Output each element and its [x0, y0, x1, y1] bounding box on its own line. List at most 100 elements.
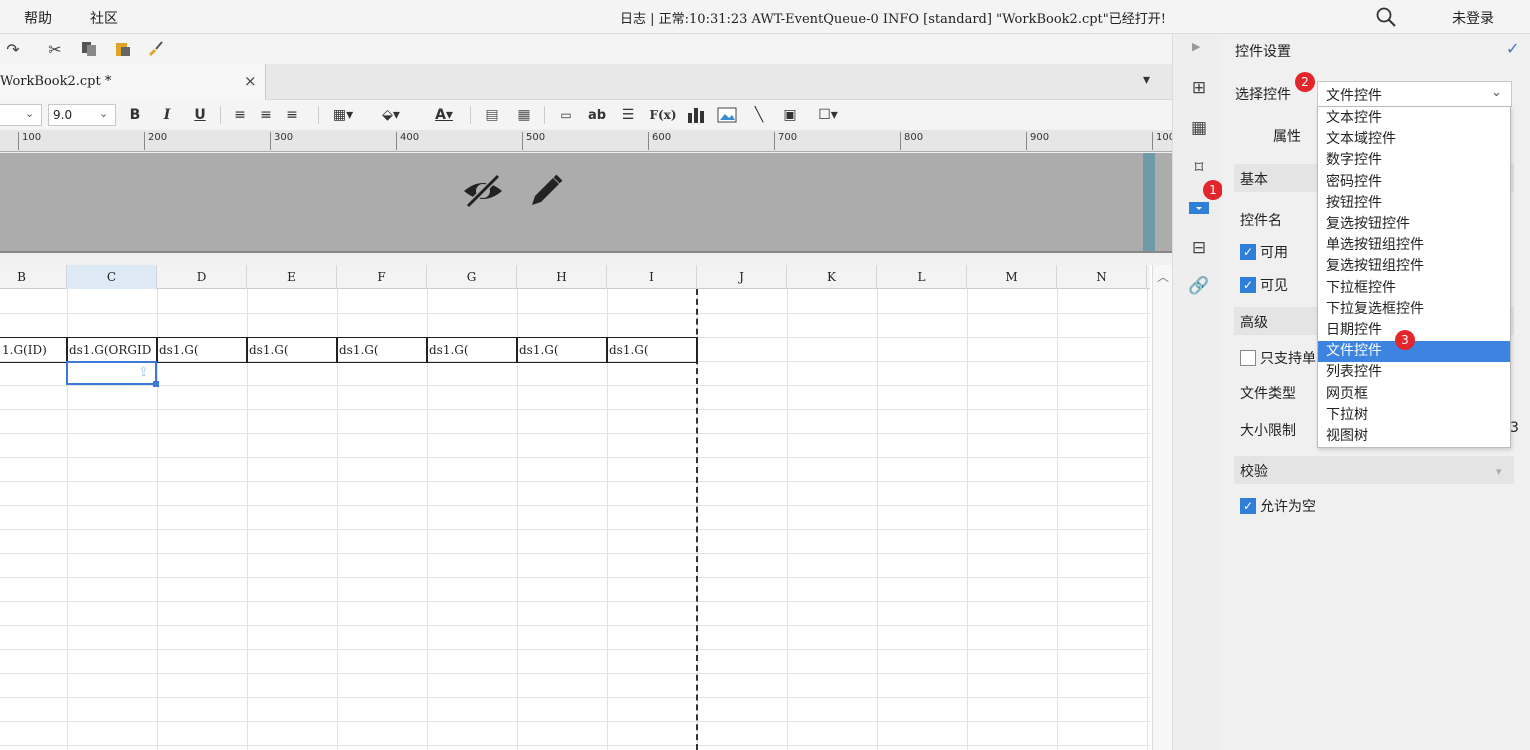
dropdown-option[interactable]: 单选按钮组控件: [1318, 235, 1510, 256]
chevron-down-icon[interactable]: ⌄: [1491, 85, 1502, 100]
menubar: 帮助 社区 日志 | 正常:10:31:23 AWT-EventQueue-0 …: [0, 0, 1530, 34]
align-right-icon[interactable]: ≡: [282, 105, 302, 125]
chevron-down-icon[interactable]: ▾: [1496, 465, 1502, 478]
search-icon[interactable]: [1375, 6, 1397, 28]
dropdown-option[interactable]: 下拉框控件: [1318, 278, 1510, 299]
fill-color-icon[interactable]: ⬙▾: [374, 105, 408, 125]
align-center-icon[interactable]: ≡: [256, 105, 276, 125]
column-header-c[interactable]: C: [67, 265, 157, 289]
insert-sub-report-icon[interactable]: ▣: [780, 105, 800, 125]
insert-paragraph-icon[interactable]: ☰: [618, 105, 638, 125]
grid-scrollbar[interactable]: ︿: [1152, 265, 1172, 750]
insert-formula-icon[interactable]: F(x): [649, 105, 676, 125]
dropdown-option[interactable]: 列表控件: [1318, 362, 1510, 383]
dropdown-option[interactable]: 下拉复选框控件: [1318, 299, 1510, 320]
data-cell[interactable]: ds1.G(: [247, 338, 336, 362]
insert-text-icon[interactable]: ▭: [556, 105, 576, 125]
hide-icon[interactable]: [462, 173, 504, 213]
column-header-k[interactable]: K: [787, 265, 877, 289]
check-icon[interactable]: ✓: [1506, 39, 1519, 58]
insert-image-icon[interactable]: [716, 105, 738, 125]
grid-row-line: [0, 649, 1150, 650]
menu-help[interactable]: 帮助: [24, 8, 52, 28]
menu-community[interactable]: 社区: [90, 8, 118, 28]
panel-title: 控件设置: [1235, 44, 1291, 60]
cell-property-icon[interactable]: ⊞: [1187, 76, 1211, 100]
cut-icon[interactable]: ✂: [44, 38, 66, 60]
bold-button[interactable]: B: [128, 105, 142, 125]
insert-rich-text-icon[interactable]: ab: [586, 105, 608, 125]
insert-slash-icon[interactable]: ╲: [748, 105, 770, 125]
column-header-l[interactable]: L: [877, 265, 967, 289]
widget-settings-icon[interactable]: [1187, 196, 1211, 220]
border-icon[interactable]: ▦▾: [326, 105, 360, 125]
expand-arrow-icon[interactable]: ▶: [1192, 40, 1200, 53]
file-type-label: 文件类型: [1240, 386, 1296, 402]
edit-pencil-icon[interactable]: [528, 173, 564, 213]
column-header-d[interactable]: D: [157, 265, 247, 289]
dropdown-option[interactable]: 文本域控件: [1318, 129, 1510, 150]
hyperlink-icon[interactable]: 🔗: [1187, 274, 1211, 298]
tab-workbook2[interactable]: WorkBook2.cpt * ×: [0, 64, 266, 100]
tab-menu-icon[interactable]: ▾: [1143, 72, 1150, 88]
tab-bar: WorkBook2.cpt * × ▾: [0, 64, 1172, 100]
copy-icon[interactable]: [78, 38, 100, 60]
dropdown-option[interactable]: 密码控件: [1318, 172, 1510, 193]
header-scrollbar[interactable]: [1143, 153, 1155, 251]
grid-row-line: [0, 553, 1150, 554]
dropdown-option[interactable]: 复选按钮控件: [1318, 214, 1510, 235]
column-header-n[interactable]: N: [1057, 265, 1147, 289]
fill-handle[interactable]: [153, 381, 159, 387]
font-size-select[interactable]: 9.0 ⌄: [48, 104, 116, 126]
data-cell[interactable]: ds1.G(: [517, 338, 606, 362]
underline-button[interactable]: U: [193, 105, 207, 125]
column-header-h[interactable]: H: [517, 265, 607, 289]
allow-empty-checkbox[interactable]: ✓: [1240, 498, 1256, 514]
enabled-checkbox[interactable]: ✓: [1240, 244, 1256, 260]
column-header-j[interactable]: J: [697, 265, 787, 289]
login-button[interactable]: 未登录: [1452, 8, 1494, 28]
select-widget-value: 文件控件: [1326, 88, 1382, 104]
chevron-up-icon[interactable]: ︿: [1157, 268, 1169, 285]
format-painter-icon[interactable]: [144, 38, 166, 60]
dropdown-option[interactable]: 数字控件: [1318, 150, 1510, 171]
separator: [220, 106, 221, 124]
spreadsheet-grid[interactable]: BCDEFGHIJKLMN 1.G(ID) ds1.G(ORGID ds1.G(ds…: [0, 265, 1172, 750]
condition-attr-icon[interactable]: ⊟: [1187, 236, 1211, 260]
dropdown-option[interactable]: 网页框: [1318, 384, 1510, 405]
split-cells-icon[interactable]: ▦: [514, 105, 534, 125]
insert-chart-icon[interactable]: [686, 105, 706, 125]
column-header-i[interactable]: I: [607, 265, 697, 289]
column-header-e[interactable]: E: [247, 265, 337, 289]
cell-border-icon[interactable]: ⌑: [1187, 156, 1211, 180]
cell-info-icon[interactable]: ▦: [1187, 116, 1211, 140]
dropdown-option[interactable]: 视图树: [1318, 426, 1510, 447]
italic-button[interactable]: I: [160, 105, 174, 125]
select-widget-dropdown[interactable]: 文件控件 ⌄: [1317, 81, 1512, 107]
dropdown-option[interactable]: 按钮控件: [1318, 193, 1510, 214]
column-header-f[interactable]: F: [337, 265, 427, 289]
data-cell[interactable]: ds1.G(: [607, 338, 696, 362]
dropdown-option[interactable]: 文本控件: [1318, 108, 1510, 129]
data-cell[interactable]: ds1.G(: [157, 338, 246, 362]
align-left-icon[interactable]: ≡: [230, 105, 250, 125]
font-color-icon[interactable]: A▾: [424, 105, 464, 125]
data-cell[interactable]: ds1.G(ORGID: [67, 338, 156, 362]
insert-frame-icon[interactable]: ☐▾: [812, 105, 844, 125]
paste-icon[interactable]: [112, 38, 134, 60]
data-cell[interactable]: 1.G(ID): [0, 338, 66, 362]
section-check[interactable]: 校验: [1234, 456, 1514, 484]
font-family-select[interactable]: ⌄: [0, 104, 42, 126]
dropdown-option[interactable]: 复选按钮组控件: [1318, 256, 1510, 277]
data-cell[interactable]: ds1.G(: [337, 338, 426, 362]
visible-checkbox[interactable]: ✓: [1240, 277, 1256, 293]
column-header-g[interactable]: G: [427, 265, 517, 289]
column-header-b[interactable]: B: [0, 265, 67, 289]
data-cell[interactable]: ds1.G(: [427, 338, 516, 362]
close-icon[interactable]: ×: [244, 72, 257, 90]
column-header-m[interactable]: M: [967, 265, 1057, 289]
only-support-checkbox[interactable]: [1240, 350, 1256, 366]
redo-icon[interactable]: ↷: [2, 38, 24, 60]
dropdown-option[interactable]: 下拉树: [1318, 405, 1510, 426]
merge-cells-icon[interactable]: ▤: [482, 105, 502, 125]
